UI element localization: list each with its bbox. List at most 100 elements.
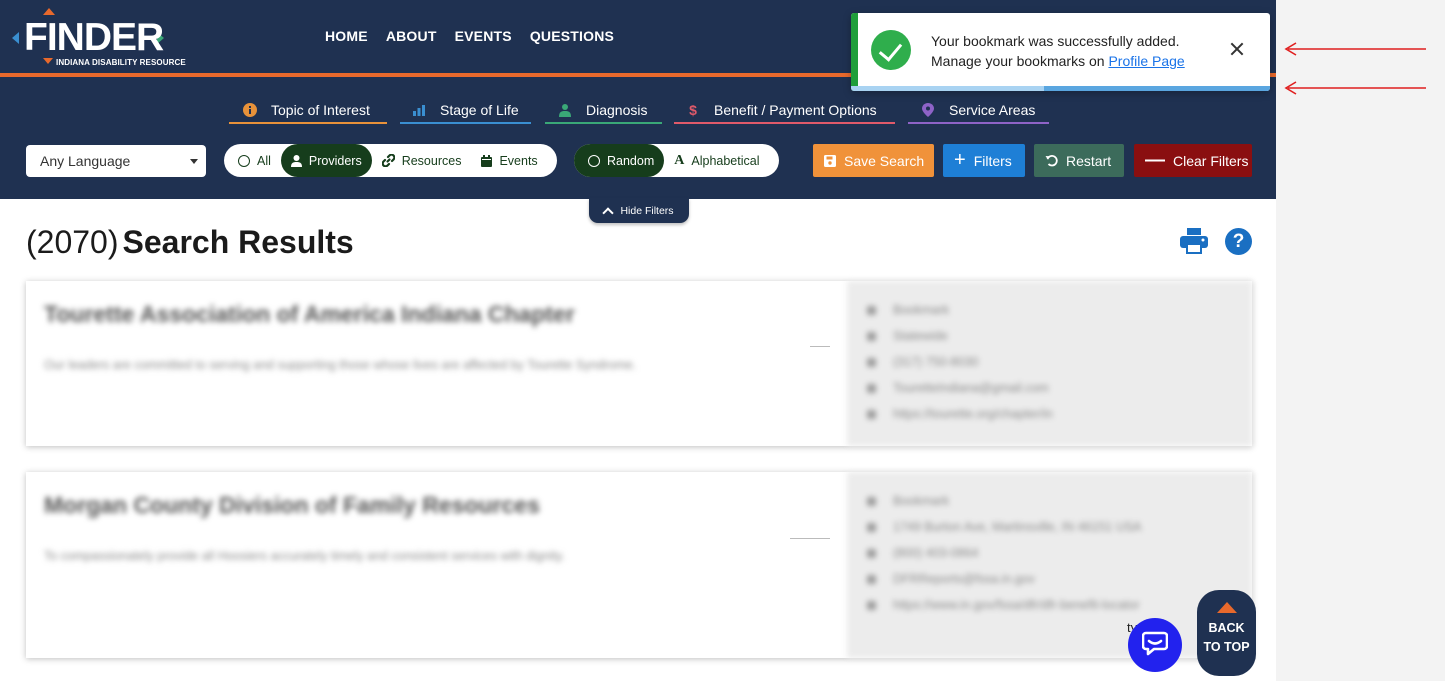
language-select[interactable]: Any Language — [26, 145, 206, 177]
back-to-top-label: TO TOP — [1203, 640, 1250, 654]
email-icon — [867, 383, 876, 393]
plus-icon: + — [954, 149, 966, 171]
category-stage-of-life[interactable]: Stage of Life — [400, 96, 531, 124]
category-benefit-payment[interactable]: $ Benefit / Payment Options — [674, 96, 895, 124]
type-option-label: Events — [499, 153, 538, 168]
detail-row: Bookmark — [867, 494, 949, 508]
success-check-icon — [871, 30, 911, 70]
detail-text: (800) 403-0864 — [893, 546, 979, 560]
type-option-label: All — [257, 153, 271, 168]
finder-logo[interactable]: FINDER INDIANA DISABILITY RESOURCE — [12, 8, 192, 70]
link-icon — [867, 600, 876, 610]
nav-questions[interactable]: QUESTIONS — [530, 28, 614, 44]
result-description: Our leaders are committed to serving and… — [44, 358, 637, 372]
restart-label: Restart — [1066, 152, 1112, 169]
detail-text: DFRReports@fssa.in.gov — [893, 572, 1035, 586]
close-icon[interactable] — [1229, 41, 1245, 57]
detail-row: https://www.in.gov/fssa/dfr/dfr-benefit-… — [867, 598, 1140, 612]
category-underline — [674, 122, 895, 124]
toast-submessage: Manage your bookmarks on Profile Page — [931, 53, 1185, 69]
result-details: Bookmark 1749 Burton Ave, Martinsville, … — [847, 472, 1252, 658]
category-underline — [908, 122, 1049, 124]
help-icon[interactable]: ? — [1225, 228, 1252, 255]
results-count: (2070) — [26, 224, 119, 260]
sort-option-random[interactable]: Random — [574, 144, 665, 177]
detail-text: https://www.in.gov/fssa/dfr/dfr-benefit-… — [893, 598, 1140, 612]
annotation-arrow-icon — [1284, 42, 1426, 56]
detail-row: TouretteIndiana@gmail.com — [867, 381, 1049, 395]
result-name[interactable]: Morgan County Division of Family Resourc… — [44, 492, 540, 519]
detail-text: https://tourette.org/chapter/in — [893, 407, 1053, 421]
category-underline — [545, 122, 662, 124]
result-details: Bookmark Statewide (317) 750-8030 Touret… — [847, 281, 1252, 446]
radio-circle-icon — [238, 154, 250, 167]
toast-message: Your bookmark was successfully added. — [931, 33, 1180, 49]
category-label: Topic of Interest — [271, 101, 370, 118]
sort-toggle-group: Random A Alphabetical — [574, 144, 779, 177]
logo-triangle-left-icon — [12, 32, 19, 44]
category-label: Stage of Life — [440, 101, 519, 118]
print-icon[interactable] — [1180, 228, 1208, 254]
detail-row: Statewide — [867, 329, 948, 343]
detail-text: Bookmark — [893, 494, 950, 508]
restart-button[interactable]: Restart — [1034, 144, 1124, 177]
sort-option-label: Random — [607, 153, 655, 168]
back-to-top-button[interactable]: BACK TO TOP — [1197, 590, 1256, 676]
divider — [810, 346, 830, 347]
chat-button[interactable] — [1128, 618, 1182, 672]
bookmark-toast: Your bookmark was successfully added. Ma… — [851, 13, 1270, 91]
divider — [790, 538, 830, 539]
nav-about[interactable]: ABOUT — [386, 28, 437, 44]
phone-icon — [867, 548, 876, 558]
toast-progress-remaining — [1044, 86, 1270, 91]
type-option-label: Providers — [308, 153, 362, 168]
type-option-providers[interactable]: Providers — [280, 144, 372, 177]
clear-filters-button[interactable]: — Clear Filters — [1134, 144, 1252, 177]
detail-row: https://tourette.org/chapter/in — [867, 407, 1053, 421]
category-label: Service Areas — [949, 101, 1036, 118]
category-label: Benefit / Payment Options — [714, 101, 877, 118]
detail-text: Statewide — [893, 329, 948, 343]
detail-text: Bookmark — [893, 303, 950, 317]
toast-submessage-text: Manage your bookmarks on — [931, 53, 1109, 69]
language-select-value: Any Language — [40, 153, 131, 169]
nav-home[interactable]: HOME — [325, 28, 368, 44]
sort-option-alphabetical[interactable]: A Alphabetical — [664, 144, 769, 177]
map-marker-icon — [867, 331, 876, 341]
chevron-up-icon — [602, 206, 615, 219]
save-search-label: Save Search — [844, 152, 925, 169]
result-card[interactable]: Tourette Association of America Indiana … — [26, 281, 1252, 446]
result-card[interactable]: Morgan County Division of Family Resourc… — [26, 472, 1252, 658]
category-label: Diagnosis — [586, 101, 648, 118]
phone-icon — [867, 357, 876, 367]
email-icon — [867, 574, 876, 584]
detail-text: (317) 750-8030 — [893, 355, 979, 369]
result-name[interactable]: Tourette Association of America Indiana … — [44, 301, 575, 328]
bookmark-icon — [867, 305, 876, 315]
filters-label: Filters — [973, 152, 1012, 169]
category-diagnosis[interactable]: Diagnosis — [545, 96, 662, 124]
bookmark-icon — [867, 496, 876, 506]
filters-button[interactable]: + Filters — [943, 144, 1025, 177]
category-topic-of-interest[interactable]: Topic of Interest — [229, 96, 387, 124]
save-search-button[interactable]: Save Search — [813, 144, 934, 177]
category-service-areas[interactable]: Service Areas — [908, 96, 1049, 124]
chat-bubble-icon — [1141, 630, 1169, 661]
back-to-top-label: BACK — [1208, 621, 1245, 635]
type-option-all[interactable]: All — [224, 144, 281, 177]
undo-icon — [1045, 154, 1058, 167]
profile-page-link[interactable]: Profile Page — [1108, 53, 1184, 69]
calendar-icon — [481, 154, 493, 167]
link-icon — [381, 154, 395, 167]
detail-row: DFRReports@fssa.in.gov — [867, 572, 1035, 586]
toast-accent-bar — [851, 13, 858, 91]
annotation-arrow-icon — [1284, 81, 1426, 95]
sort-option-label: Alphabetical — [691, 153, 760, 168]
type-toggle-group: All Providers Resources Events — [224, 144, 557, 177]
type-option-events[interactable]: Events — [471, 144, 547, 177]
type-option-resources[interactable]: Resources — [372, 144, 472, 177]
nav-events[interactable]: EVENTS — [455, 28, 512, 44]
main-nav: HOME ABOUT EVENTS QUESTIONS — [325, 28, 614, 44]
detail-text: TouretteIndiana@gmail.com — [893, 381, 1049, 395]
hide-filters-tab[interactable]: Hide Filters — [589, 198, 689, 223]
